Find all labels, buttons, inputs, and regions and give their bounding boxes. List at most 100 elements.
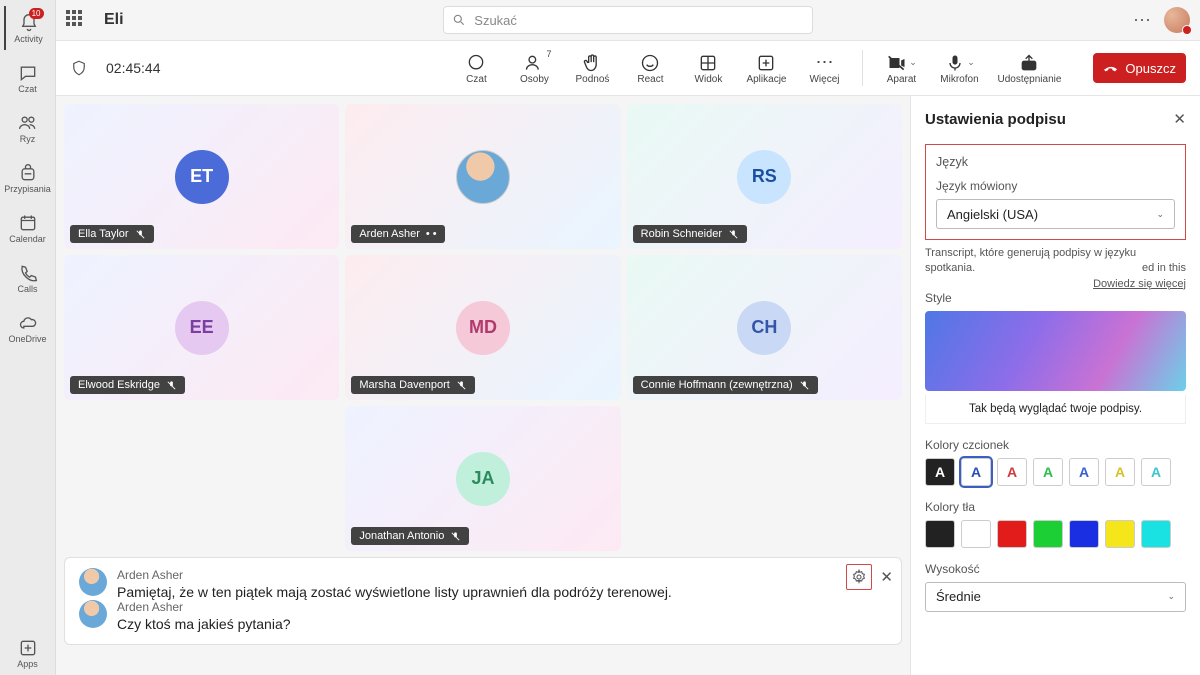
toolbar-more[interactable]: ⋯Więcej [804, 52, 844, 85]
spoken-language-select[interactable]: Angielski (USA) ⌄ [936, 199, 1175, 229]
plus-square-icon [755, 52, 777, 74]
participant-name-bar: Jonathan Antonio [351, 527, 469, 545]
mic-off-icon [728, 229, 739, 240]
rail-calendar[interactable]: Calendar [4, 206, 52, 250]
participant-name-bar: Arden Asher• • [351, 225, 444, 243]
language-section: Język Język mówiony Angielski (USA) ⌄ [925, 144, 1186, 240]
font-color-swatch[interactable]: A [925, 458, 955, 486]
more-icon[interactable]: ⋯ [1133, 10, 1152, 31]
avatar-initials: JA [456, 452, 510, 506]
avatar [79, 568, 107, 596]
avatar-initials: ET [175, 150, 229, 204]
font-color-swatch[interactable]: A [1033, 458, 1063, 486]
toolbar-camera[interactable]: ⌄Aparat [881, 52, 921, 85]
avatar [79, 600, 107, 628]
participant-tile[interactable]: Arden Asher• • [345, 104, 620, 249]
participant-tile[interactable]: RS Robin Schneider [627, 104, 902, 249]
bg-color-swatch[interactable] [1069, 520, 1099, 548]
toolbar-chat[interactable]: Czat [456, 52, 496, 85]
toolbar-raise-hand[interactable]: Podnoś [572, 52, 612, 85]
bg-color-swatch[interactable] [1141, 520, 1171, 548]
bg-color-swatch[interactable] [961, 520, 991, 548]
avatar [456, 150, 510, 204]
cloud-icon [17, 312, 39, 334]
avatar[interactable] [1164, 7, 1190, 33]
phone-down-icon [1103, 60, 1119, 76]
participant-name-bar: Marsha Davenport [351, 376, 475, 394]
caption-settings-panel: Ustawienia podpisu ✕ Język Język mówiony… [910, 96, 1200, 675]
bg-color-swatch[interactable] [925, 520, 955, 548]
share-icon [1018, 52, 1040, 74]
participant-name-bar: Robin Schneider [633, 225, 747, 243]
avatar-initials: RS [737, 150, 791, 204]
mic-off-icon [166, 380, 177, 391]
waffle-icon[interactable] [66, 10, 86, 30]
participant-name-bar: Elwood Eskridge [70, 376, 185, 394]
chevron-down-icon: ⌄ [1167, 591, 1175, 602]
toolbar-share[interactable]: Udostępnianie [997, 52, 1061, 85]
rail-assignments[interactable]: Przypisania [4, 156, 52, 200]
font-color-swatch[interactable]: A [1141, 458, 1171, 486]
participant-tile[interactable]: ETElla Taylor [64, 104, 339, 249]
font-color-swatch[interactable]: A [1069, 458, 1099, 486]
meeting-toolbar: 02:45:44 Czat 7Osoby Podnoś React Widok … [56, 40, 1200, 96]
participant-tile[interactable]: MDMarsha Davenport [345, 255, 620, 400]
rail-chat[interactable]: Czat [4, 56, 52, 100]
caption-row: Arden Asher Czy ktoś ma jakieś pytania? [79, 600, 887, 632]
participant-tile[interactable]: JA Jonathan Antonio [345, 406, 620, 551]
caption-speaker: Arden Asher [117, 600, 291, 614]
mic-off-icon [135, 229, 146, 240]
font-color-swatch[interactable]: A [997, 458, 1027, 486]
rail-teams[interactable]: Ryz [4, 106, 52, 150]
captions-settings-button[interactable] [846, 564, 872, 590]
toolbar-view[interactable]: Widok [688, 52, 728, 85]
mic-off-icon [456, 380, 467, 391]
chat-icon [17, 62, 39, 84]
gear-icon [851, 569, 867, 585]
participant-name-bar: Connie Hoffmann (zewnętrzna) [633, 376, 818, 394]
rail-onedrive[interactable]: OneDrive [4, 306, 52, 350]
rail-apps[interactable]: Apps [4, 631, 52, 675]
mic-off-icon [450, 531, 461, 542]
search-input[interactable]: Szukać [443, 6, 813, 34]
caption-speaker: Arden Asher [117, 568, 672, 582]
bg-color-swatch[interactable] [1105, 520, 1135, 548]
camera-off-icon [886, 52, 908, 74]
chevron-down-icon: ⌄ [1156, 209, 1164, 220]
captions-close-button[interactable]: ✕ [880, 568, 893, 586]
search-icon [452, 13, 466, 27]
toolbar-apps[interactable]: Aplikacje [746, 52, 786, 85]
phone-icon [17, 262, 39, 284]
mic-icon [944, 52, 966, 74]
font-color-swatch[interactable]: A [961, 458, 991, 486]
top-bar: Eli Szukać ⋯ [56, 0, 1200, 40]
participant-tile[interactable]: EEElwood Eskridge [64, 255, 339, 400]
height-select[interactable]: Średnie ⌄ [925, 582, 1186, 612]
person-icon: 7 [523, 52, 545, 74]
chat-bubble-icon [465, 52, 487, 74]
left-rail: 10 Activity Czat Ryz Przypisania Calenda… [0, 0, 56, 675]
hand-icon [581, 52, 603, 74]
toolbar-react[interactable]: React [630, 52, 670, 85]
caption-text: Czy ktoś ma jakieś pytania? [117, 616, 291, 632]
leave-button[interactable]: Opuszcz [1093, 53, 1186, 83]
font-color-swatch[interactable]: A [1105, 458, 1135, 486]
bg-color-swatch[interactable] [997, 520, 1027, 548]
panel-close-button[interactable]: ✕ [1173, 110, 1186, 128]
bg-color-swatch[interactable] [1033, 520, 1063, 548]
participant-tile[interactable]: CH Connie Hoffmann (zewnętrzna) [627, 255, 902, 400]
rail-activity[interactable]: 10 Activity [4, 6, 52, 50]
rail-calls[interactable]: Calls [4, 256, 52, 300]
mic-off-icon [799, 380, 810, 391]
shield-icon[interactable] [70, 59, 88, 77]
smile-icon [639, 52, 661, 74]
chevron-down-icon: ⌄ [909, 57, 917, 68]
panel-title: Ustawienia podpisu [925, 111, 1066, 128]
calendar-icon [17, 212, 39, 234]
toolbar-mic[interactable]: ⌄Mikrofon [939, 52, 979, 85]
captions-panel: ✕ Arden AsherPamiętaj, że w ten piątek m… [64, 557, 902, 645]
learn-more-link[interactable]: Dowiedz się więcej [1093, 277, 1186, 292]
people-icon [17, 112, 39, 134]
avatar-initials: CH [737, 301, 791, 355]
toolbar-people[interactable]: 7Osoby [514, 52, 554, 85]
